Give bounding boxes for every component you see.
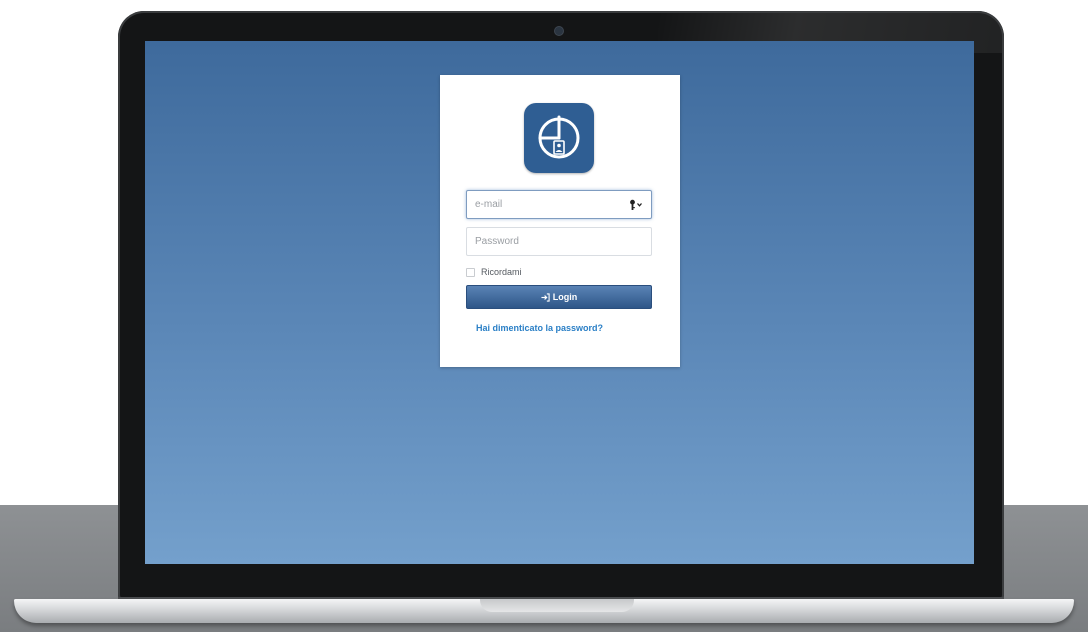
remember-label: Ricordami bbox=[481, 267, 522, 277]
webcam bbox=[555, 27, 563, 35]
password-field[interactable] bbox=[466, 227, 652, 256]
key-icon[interactable] bbox=[629, 199, 643, 211]
password-input[interactable] bbox=[467, 228, 633, 255]
email-input[interactable] bbox=[467, 191, 633, 218]
login-button[interactable]: Login bbox=[466, 285, 652, 309]
laptop-screen: Ricordami Login Hai dimenticato la passw… bbox=[145, 41, 974, 564]
clock-badge-icon bbox=[524, 103, 594, 173]
remember-me[interactable]: Ricordami bbox=[466, 265, 522, 279]
sign-in-icon bbox=[541, 292, 550, 302]
login-button-label: Login bbox=[552, 292, 578, 302]
laptop-notch bbox=[480, 599, 634, 612]
remember-checkbox[interactable] bbox=[466, 267, 475, 277]
forgot-password-link[interactable]: Hai dimenticato la password? bbox=[476, 323, 603, 333]
product-photo: Ricordami Login Hai dimenticato la passw… bbox=[0, 0, 1088, 632]
email-field[interactable] bbox=[466, 190, 652, 219]
login-card: Ricordami Login Hai dimenticato la passw… bbox=[440, 75, 680, 367]
